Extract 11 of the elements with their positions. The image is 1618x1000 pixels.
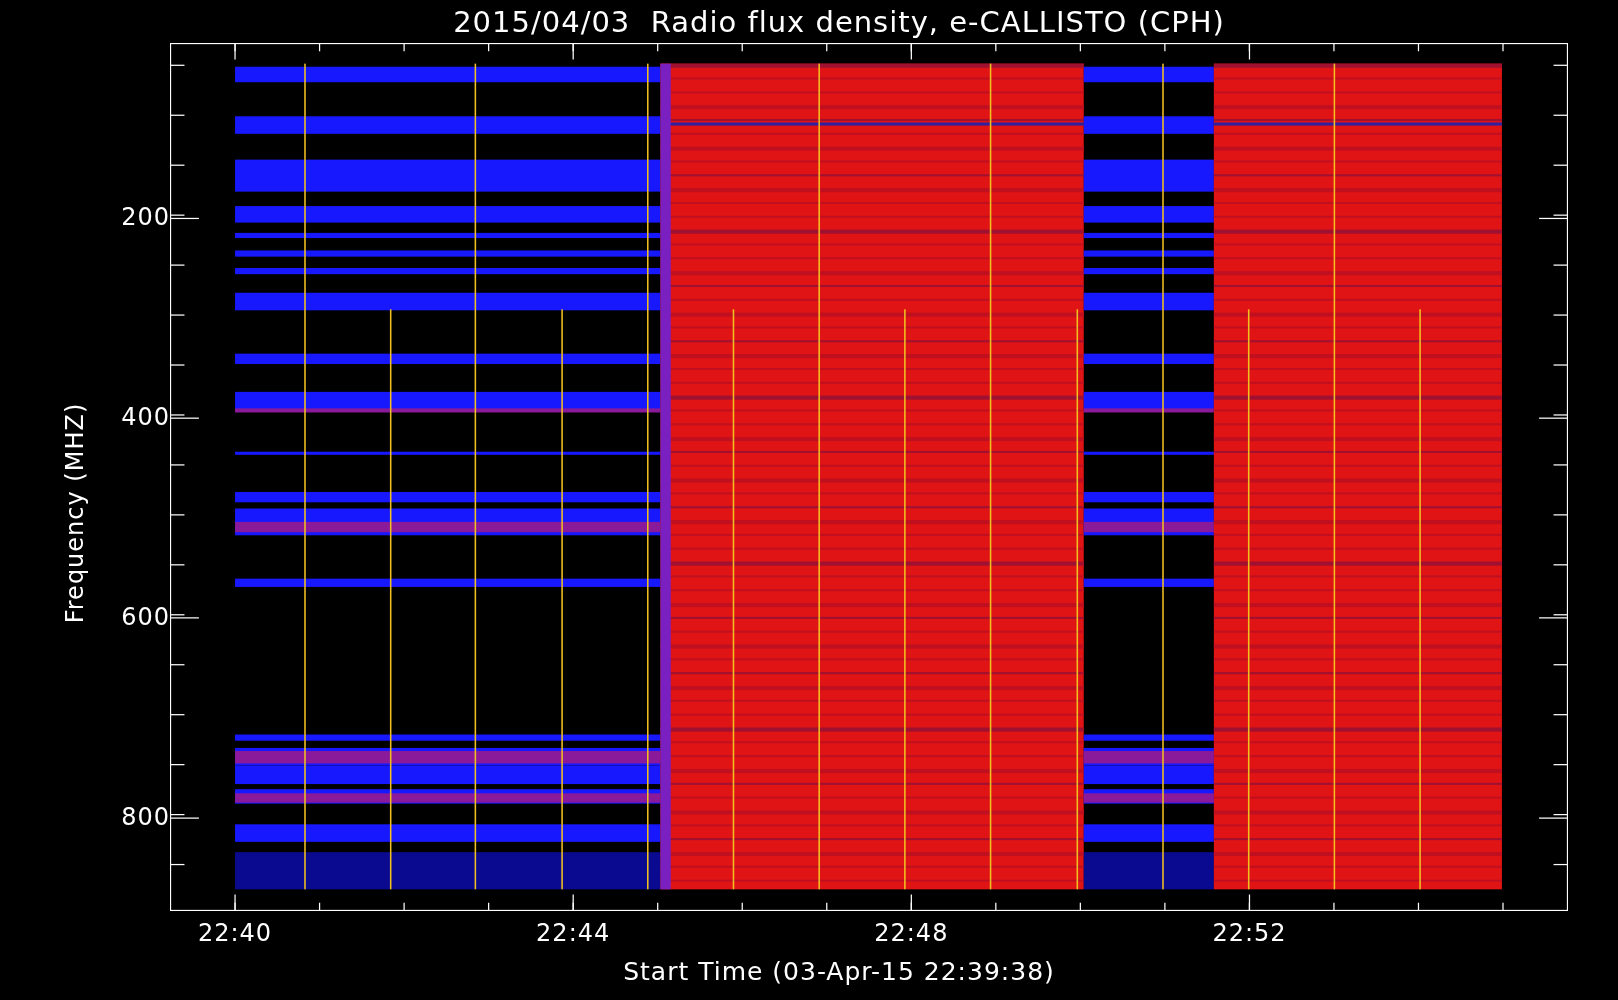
chart-title: 2015/04/03 Radio flux density, e-CALLISTO (CPH): [452, 3, 1226, 41]
x-axis-label: Start Time (03-Apr-15 22:39:38): [622, 957, 1056, 986]
x-tick-label: 22:40: [197, 919, 273, 947]
x-tick-label: 22:44: [536, 919, 611, 947]
y-tick-label: 400: [121, 403, 170, 432]
y-tick-label: 200: [121, 203, 170, 232]
y-tick-label: 600: [121, 602, 170, 631]
x-tick-label: 22:48: [874, 919, 949, 947]
y-tick-label: 800: [121, 803, 170, 832]
x-tick-label: 22:52: [1212, 919, 1287, 947]
y-axis-label: Frequency (MHZ): [61, 402, 89, 624]
